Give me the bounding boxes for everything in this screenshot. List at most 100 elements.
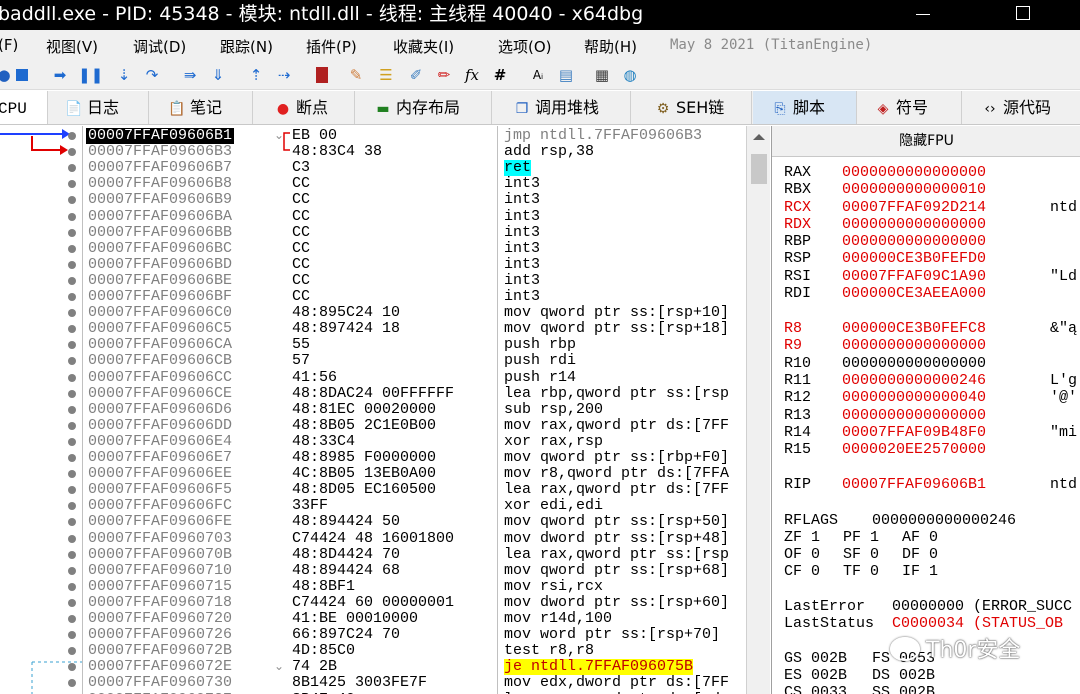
menu-favourites[interactable]: 收藏夹(I) — [393, 36, 454, 57]
breakpoint-dot-icon[interactable] — [68, 196, 76, 205]
menu-options[interactable]: 选项(O) — [498, 36, 552, 57]
register-value[interactable]: 00007FFAF09C1A90 — [842, 268, 986, 285]
register-value[interactable]: 00007FFAF09B48F0 — [842, 424, 986, 441]
register-value[interactable]: 0000020EE2570000 — [842, 441, 986, 458]
menu-view[interactable]: 视图(V) — [46, 36, 98, 57]
disasm-row[interactable]: 00007FFAF0960715 48:8BF1 mov rsi,rcx — [0, 578, 745, 595]
cpu-flag[interactable]: SF 0 — [843, 546, 879, 563]
breakpoint-dot-icon[interactable] — [68, 598, 76, 607]
breakpoint-dot-icon[interactable] — [68, 518, 76, 527]
disassembly-scrollbar[interactable] — [746, 126, 770, 694]
register-value[interactable]: 0000000000000040 — [842, 389, 986, 406]
breakpoint-dot-icon[interactable] — [68, 647, 76, 656]
hide-fpu-button[interactable]: 隐藏FPU — [772, 126, 1080, 157]
disasm-row[interactable]: 00007FFAF09606B9 CC int3 — [0, 192, 745, 208]
function-icon[interactable]: ✏ — [434, 65, 454, 85]
minimize-button[interactable] — [900, 4, 944, 26]
tab-seh-chain[interactable]: ⚙ SEH链 — [632, 91, 752, 124]
breakpoint-dot-icon[interactable] — [68, 679, 76, 688]
breakpoint-dot-icon[interactable] — [68, 663, 76, 672]
disasm-row[interactable]: 00007FFAF09606CB 57 push rdi — [0, 353, 745, 369]
comment-icon[interactable]: ✎ — [346, 65, 366, 85]
register-value[interactable]: 0000000000000000 — [842, 407, 986, 424]
breakpoint-dot-icon[interactable] — [68, 437, 76, 446]
register-value[interactable]: 0000000000000010 — [842, 181, 986, 198]
breakpoint-dot-icon[interactable] — [68, 180, 76, 189]
disasm-row[interactable]: 00007FFAF09606BE CC int3 — [0, 272, 745, 289]
disasm-row[interactable]: 00007FFAF0960730 8B1425 3003FE7F mov edx,d… — [0, 675, 745, 691]
disassembly-view[interactable]: 00007FFAF09606B1 EB 00 jmp ntdll.7FFAF0960… — [0, 126, 770, 694]
collapse-chevron-icon[interactable]: ⌄ — [274, 659, 284, 675]
cpu-flag[interactable]: CF 0 — [784, 563, 820, 580]
disasm-row[interactable]: 00007FFAF096070B 48:8D4424 70 lea rax,qwor… — [0, 546, 745, 563]
disasm-row[interactable]: 00007FFAF09606FC 33FF xor edi,edi — [0, 498, 745, 514]
cpu-flag[interactable]: TF 0 — [843, 563, 879, 580]
disasm-row[interactable]: 00007FFAF09606B7 C3 ret — [0, 160, 745, 177]
register-value[interactable]: 0000000000000246 — [842, 372, 986, 389]
register-value[interactable]: 0000000000000000 — [842, 233, 986, 250]
breakpoint-dot-icon[interactable] — [68, 470, 76, 479]
disasm-row[interactable]: 00007FFAF096072B 4D:85C0 test r8,r8 — [0, 643, 745, 659]
register-value[interactable]: 0000000000000000 — [842, 216, 986, 233]
globe-icon[interactable]: ◍ — [620, 65, 640, 85]
memory-icon[interactable]: ▤ — [556, 65, 576, 85]
breakpoint-dot-icon[interactable] — [68, 148, 76, 157]
tab-script[interactable]: ⎘ 脚本 — [753, 91, 857, 124]
tab-call-stack[interactable]: ❐ 调用堆栈 — [493, 91, 631, 124]
disasm-row[interactable]: 00007FFAF09606E7 48:8985 F0000000 mov qwor… — [0, 450, 745, 466]
arrow-right-icon[interactable]: ➡ — [50, 65, 70, 85]
menu-debug[interactable]: 调试(D) — [133, 36, 186, 57]
breakpoint-dot-icon[interactable] — [68, 164, 76, 173]
breakpoint-dot-icon[interactable] — [68, 309, 76, 318]
disasm-row[interactable]: 00007FFAF0960718 C74424 60 00000001 mov dw… — [0, 594, 745, 611]
fx-icon[interactable]: fx — [462, 65, 482, 85]
breakpoint-dot-icon[interactable] — [68, 341, 76, 350]
breakpoint-dot-icon[interactable] — [68, 357, 76, 366]
cpu-flag[interactable]: IF 1 — [902, 563, 938, 580]
disasm-row[interactable]: 00007FFAF09606CC 41:56 push r14 — [0, 369, 745, 386]
disasm-row[interactable]: 00007FFAF09606C0 48:895C24 10 mov qword pt… — [0, 305, 745, 321]
cpu-flag[interactable]: DF 0 — [902, 546, 938, 563]
menu-help[interactable]: 帮助(H) — [584, 36, 637, 57]
breakpoint-dot-icon[interactable] — [68, 293, 76, 301]
register-value[interactable]: 00007FFAF092D214 — [842, 199, 986, 216]
menu-file[interactable]: (F) — [0, 36, 18, 54]
breakpoint-dot-icon[interactable] — [68, 228, 76, 237]
register-value[interactable]: 00007FFAF09606B1 — [842, 476, 986, 493]
maximize-button[interactable] — [1000, 2, 1044, 26]
register-value[interactable]: 0000000000000000 — [842, 337, 986, 354]
cpu-flag[interactable]: ZF 1 — [784, 529, 820, 546]
tab-symbols[interactable]: ◈ 符号 — [858, 91, 962, 124]
disasm-row[interactable]: 00007FFAF09606DD 48:8B05 2C1E0B00 mov rax,… — [0, 417, 745, 434]
trace-over-icon[interactable]: ⇓ — [208, 65, 228, 85]
bookmark-icon[interactable]: ✐ — [406, 65, 426, 85]
disasm-row[interactable]: 00007FFAF09606B3 48:83C4 38 add rsp,38 — [0, 144, 745, 160]
breakpoint-dot-icon[interactable] — [68, 631, 76, 640]
breakpoint-dot-icon[interactable] — [68, 132, 76, 140]
disasm-row[interactable]: 00007FFAF09606EE 4C:8B05 13EB0A00 mov r8,q… — [0, 466, 745, 482]
segment-register[interactable]: CS 0033 — [784, 684, 847, 694]
register-value[interactable]: 0000000000000000 — [842, 355, 986, 372]
disasm-row[interactable]: 00007FFAF09606D6 48:81EC 00020000 sub rsp,… — [0, 401, 745, 418]
disasm-row[interactable]: 00007FFAF09606B8 CC int3 — [0, 176, 745, 192]
stop-icon[interactable] — [12, 65, 32, 85]
pause-icon[interactable]: ❚❚ — [78, 65, 103, 85]
disasm-row[interactable]: 00007FFAF09606BC CC int3 — [0, 240, 745, 257]
segment-register[interactable]: GS 002B — [784, 650, 847, 667]
disasm-row[interactable]: 00007FFAF09606BD CC int3 — [0, 256, 745, 273]
calculator-icon[interactable]: ▦ — [592, 65, 612, 85]
breakpoint-dot-icon[interactable] — [68, 421, 76, 430]
disasm-row[interactable]: 00007FFAF0960726 66:897C24 70 mov word ptr… — [0, 627, 745, 643]
segment-register[interactable]: SS 002B — [872, 684, 935, 694]
breakpoint-dot-icon[interactable] — [68, 486, 76, 495]
patch-icon[interactable] — [312, 65, 332, 85]
label-icon[interactable]: ☰ — [376, 65, 396, 85]
disasm-row[interactable]: 00007FFAF09606CE 48:8DAC24 00FFFFFF lea rb… — [0, 385, 745, 402]
breakpoint-dot-icon[interactable] — [68, 566, 76, 575]
disasm-row[interactable]: 00007FFAF09606E4 48:33C4 xor rax,rsp — [0, 433, 745, 450]
breakpoint-dot-icon[interactable] — [68, 615, 76, 623]
step-over-icon[interactable]: ↷ — [142, 65, 162, 85]
disasm-row[interactable]: 00007FFAF09606CA 55 push rbp — [0, 337, 745, 353]
breakpoint-dot-icon[interactable] — [68, 244, 76, 253]
collapse-chevron-icon[interactable]: ⌄ — [274, 128, 284, 144]
